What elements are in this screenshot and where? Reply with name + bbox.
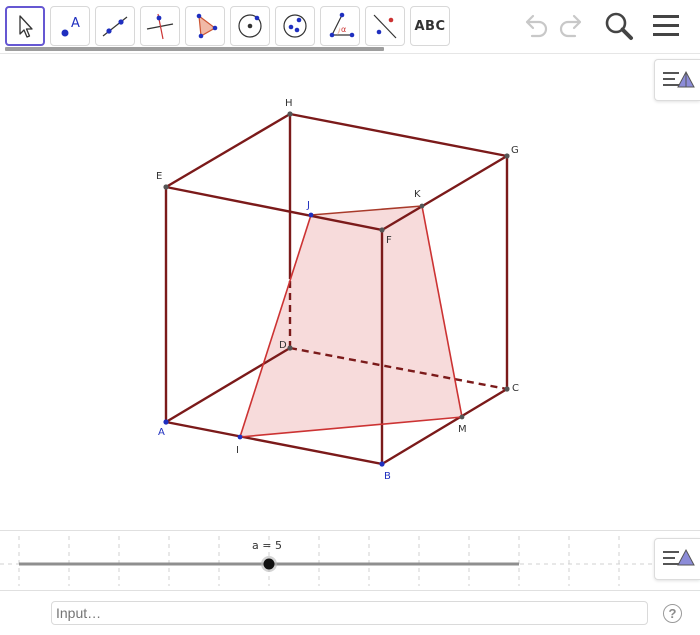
reflect-tool-button[interactable] bbox=[365, 6, 405, 46]
point-K[interactable] bbox=[419, 203, 425, 209]
reflect-about-line-icon bbox=[373, 14, 397, 39]
undo-button[interactable] bbox=[519, 10, 551, 42]
input-bar: ? bbox=[0, 590, 700, 635]
point-B[interactable] bbox=[379, 461, 385, 467]
circle-tool-button[interactable] bbox=[230, 6, 270, 46]
search-icon bbox=[605, 12, 633, 40]
label-J: J bbox=[306, 200, 310, 211]
input-field[interactable] bbox=[51, 601, 648, 625]
graphics-style-bar-icon bbox=[662, 70, 695, 88]
perpendicular-tool-button[interactable] bbox=[140, 6, 180, 46]
graphics-view[interactable]: A B C D E F G H I J K M bbox=[0, 53, 700, 530]
cube-figure[interactable]: A B C D E F G H I J K M bbox=[0, 54, 700, 531]
toolbar: A α ABC bbox=[0, 0, 700, 53]
label-M: M bbox=[458, 424, 467, 435]
label-I: I bbox=[236, 445, 239, 456]
toolbar-scrollbar[interactable] bbox=[5, 47, 384, 51]
text-tool-label: ABC bbox=[414, 18, 446, 34]
conic-icon bbox=[283, 14, 307, 38]
algebra-style-bar-icon bbox=[662, 548, 695, 566]
point-J[interactable] bbox=[308, 212, 314, 218]
line-tool-button[interactable] bbox=[95, 6, 135, 46]
label-A: A bbox=[158, 427, 165, 438]
label-B: B bbox=[384, 471, 391, 482]
point-G[interactable] bbox=[504, 153, 510, 159]
undo-icon bbox=[525, 14, 548, 38]
slider-view[interactable]: a = 5 bbox=[0, 530, 700, 590]
edge-HE[interactable] bbox=[165, 112, 291, 189]
algebra-style-bar-toggle[interactable] bbox=[654, 538, 700, 580]
redo-button[interactable] bbox=[556, 10, 588, 42]
slider-grid bbox=[0, 536, 700, 586]
hamburger-menu-icon bbox=[653, 15, 679, 36]
point-F[interactable] bbox=[379, 227, 385, 233]
angle-icon: α bbox=[329, 12, 355, 38]
perpendicular-line-icon bbox=[146, 13, 174, 40]
help-button[interactable]: ? bbox=[663, 604, 682, 623]
angle-tool-label: α bbox=[341, 25, 346, 34]
polygon-tool-button[interactable] bbox=[185, 6, 225, 46]
label-G: G bbox=[511, 145, 519, 156]
slider-label: a = 5 bbox=[252, 539, 282, 552]
point-tool-label: A bbox=[71, 16, 80, 31]
point-tool-button[interactable]: A bbox=[50, 6, 90, 46]
move-tool-button[interactable] bbox=[5, 6, 45, 46]
ellipse-tool-button[interactable] bbox=[275, 6, 315, 46]
main-menu-button[interactable] bbox=[650, 10, 682, 42]
label-C: C bbox=[512, 383, 519, 394]
edge-GH[interactable] bbox=[289, 112, 508, 158]
point-M[interactable] bbox=[459, 414, 465, 420]
redo-icon bbox=[559, 14, 582, 38]
text-tool-button[interactable]: ABC bbox=[410, 6, 450, 46]
point-E[interactable] bbox=[163, 184, 169, 190]
label-K: K bbox=[414, 189, 421, 200]
point-H[interactable] bbox=[287, 111, 293, 117]
polygon-icon bbox=[196, 13, 218, 39]
graphics-style-bar-toggle[interactable] bbox=[654, 59, 700, 101]
point-I[interactable] bbox=[237, 434, 243, 440]
label-E: E bbox=[156, 171, 162, 182]
arrow-cursor-icon bbox=[19, 15, 33, 38]
point-A[interactable] bbox=[163, 419, 169, 425]
edge-FG[interactable] bbox=[381, 154, 508, 232]
label-F: F bbox=[386, 235, 392, 246]
help-icon: ? bbox=[668, 606, 677, 621]
angle-tool-button[interactable]: α bbox=[320, 6, 360, 46]
search-button[interactable] bbox=[602, 9, 636, 43]
point-icon: A bbox=[61, 16, 80, 37]
label-H: H bbox=[285, 98, 293, 109]
line-through-points-icon bbox=[102, 16, 128, 37]
label-D: D bbox=[279, 340, 287, 351]
point-C[interactable] bbox=[504, 386, 510, 392]
point-D[interactable] bbox=[287, 345, 293, 351]
edge-EF[interactable] bbox=[165, 185, 383, 232]
circle-center-point-icon bbox=[238, 14, 262, 38]
